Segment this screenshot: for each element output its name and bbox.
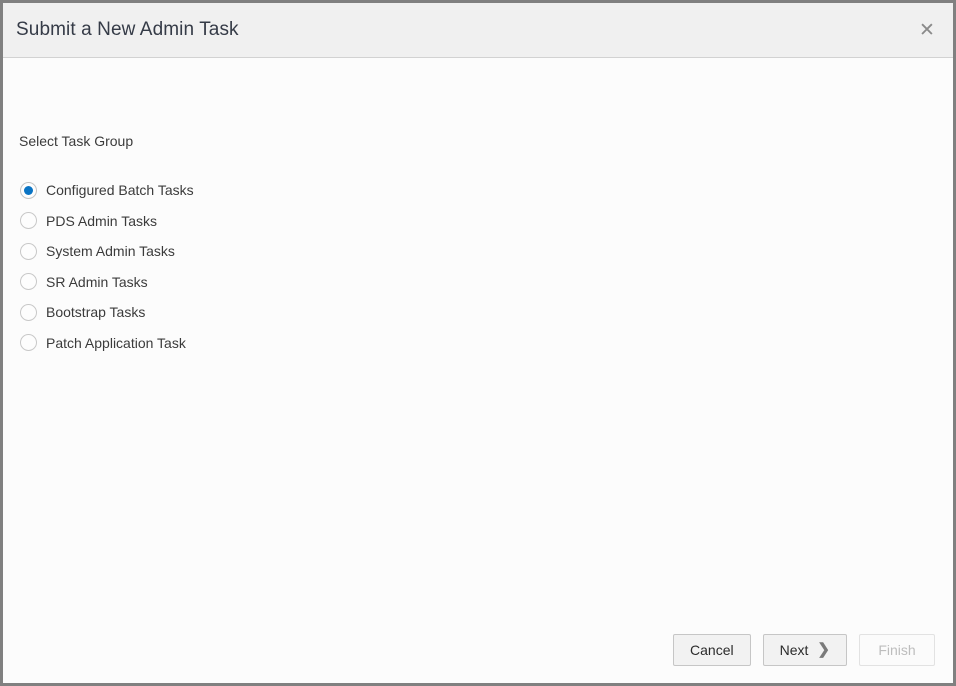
radio-option-label: Patch Application Task: [46, 335, 186, 351]
dialog-content: Select Task Group Configured Batch Tasks…: [3, 58, 953, 617]
section-label: Select Task Group: [19, 133, 133, 149]
chevron-right-icon: ❯: [817, 642, 830, 657]
task-group-radio-group: Configured Batch Tasks PDS Admin Tasks S…: [19, 175, 539, 358]
submit-admin-task-dialog: Submit a New Admin Task ✕ Select Task Gr…: [0, 0, 956, 686]
radio-option-label: Configured Batch Tasks: [46, 182, 194, 198]
cancel-button-label: Cancel: [690, 642, 734, 658]
dialog-titlebar: Submit a New Admin Task ✕: [3, 3, 953, 58]
radio-option-label: PDS Admin Tasks: [46, 213, 157, 229]
radio-icon: [20, 212, 37, 229]
finish-button-label: Finish: [878, 642, 915, 658]
radio-option-sr-admin-tasks[interactable]: SR Admin Tasks: [19, 267, 539, 298]
dialog-title: Submit a New Admin Task: [16, 19, 239, 41]
radio-option-label: Bootstrap Tasks: [46, 304, 145, 320]
radio-option-patch-application-task[interactable]: Patch Application Task: [19, 328, 539, 359]
radio-option-label: SR Admin Tasks: [46, 274, 148, 290]
radio-option-system-admin-tasks[interactable]: System Admin Tasks: [19, 236, 539, 267]
radio-icon: [20, 243, 37, 260]
radio-icon: [20, 273, 37, 290]
radio-icon: [20, 182, 37, 199]
radio-icon: [20, 334, 37, 351]
radio-option-bootstrap-tasks[interactable]: Bootstrap Tasks: [19, 297, 539, 328]
radio-option-label: System Admin Tasks: [46, 243, 175, 259]
next-button-label: Next: [780, 642, 809, 658]
radio-option-pds-admin-tasks[interactable]: PDS Admin Tasks: [19, 206, 539, 237]
dialog-footer: Cancel Next ❯ Finish: [3, 617, 953, 683]
radio-icon: [20, 304, 37, 321]
finish-button: Finish: [859, 634, 935, 666]
close-icon[interactable]: ✕: [909, 14, 945, 46]
cancel-button[interactable]: Cancel: [673, 634, 751, 666]
radio-option-configured-batch-tasks[interactable]: Configured Batch Tasks: [19, 175, 539, 206]
next-button[interactable]: Next ❯: [763, 634, 847, 666]
